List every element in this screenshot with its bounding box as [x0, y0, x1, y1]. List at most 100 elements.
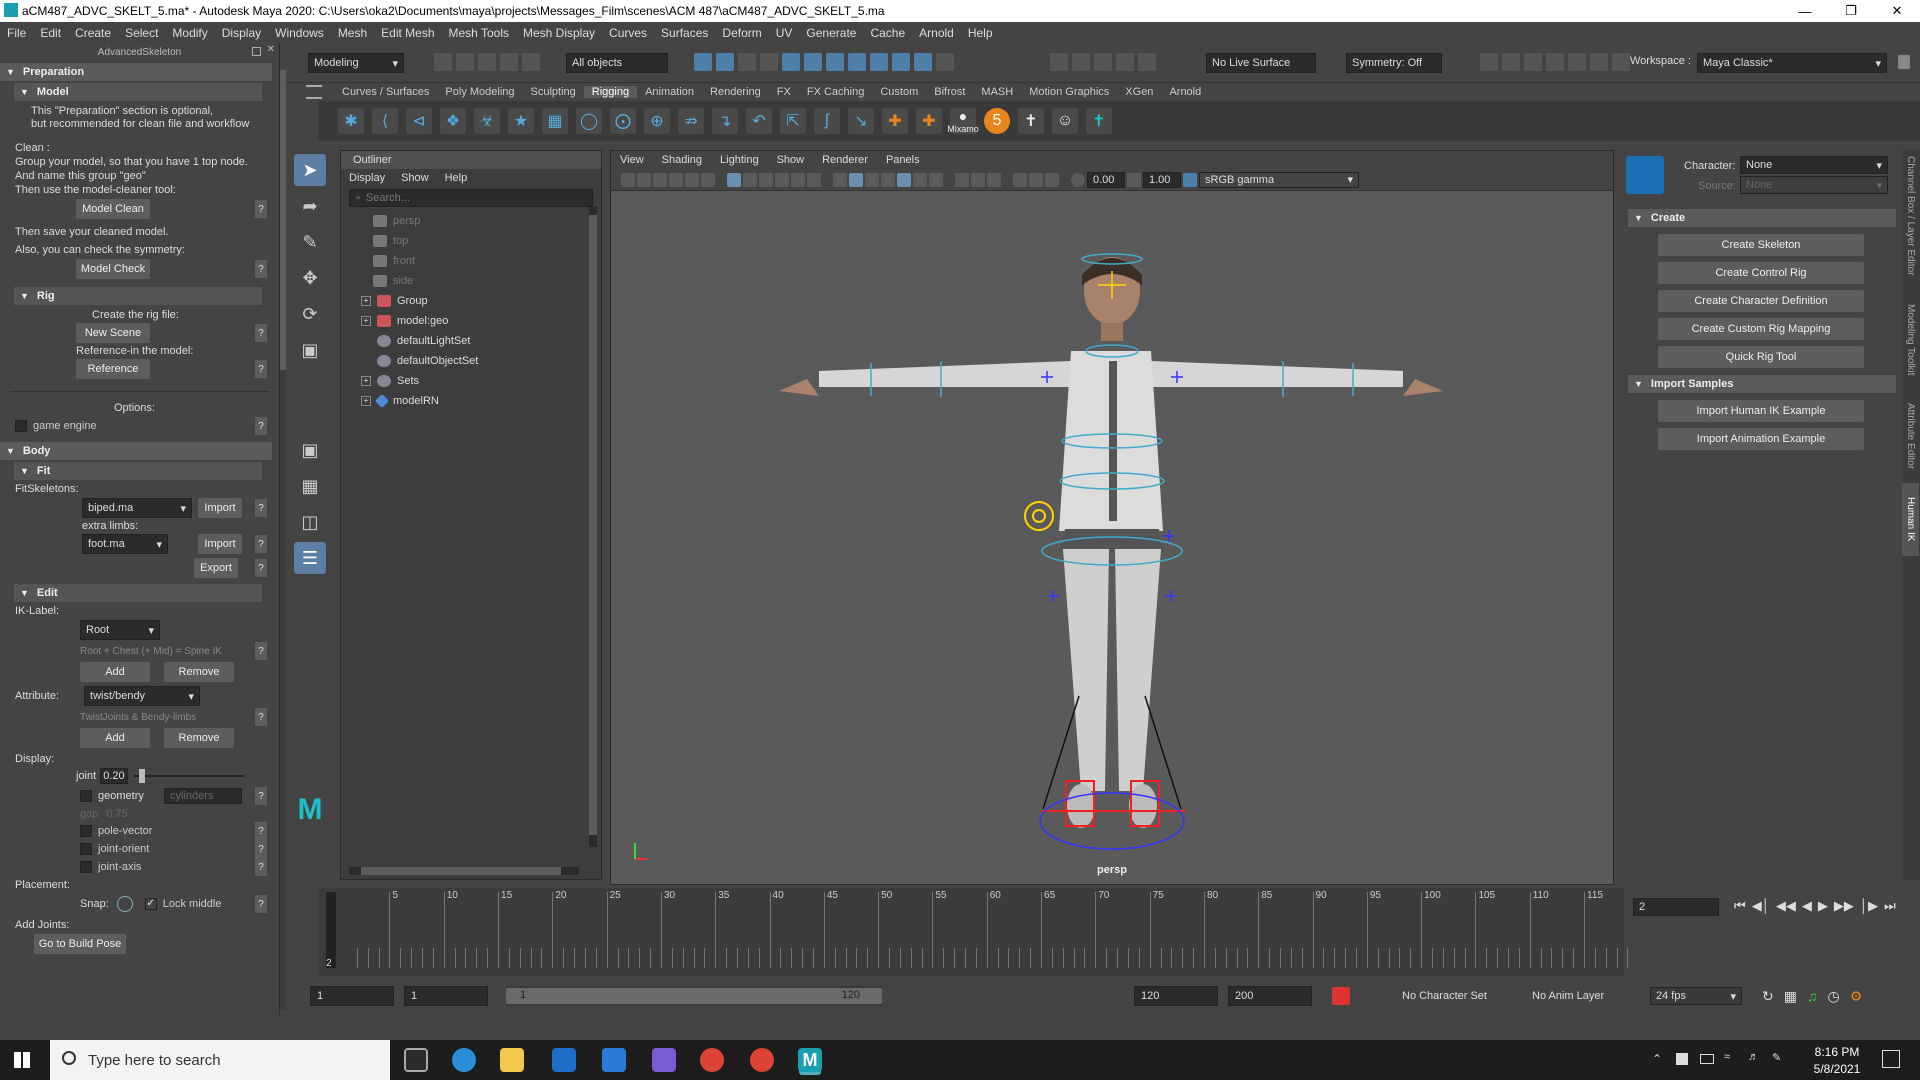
- wifi-icon[interactable]: ≈: [1724, 1051, 1730, 1063]
- tab-arnold[interactable]: Arnold: [1161, 86, 1209, 98]
- mirror-weights-icon[interactable]: ↶: [746, 108, 772, 134]
- camera-attr-icon[interactable]: [637, 172, 651, 187]
- expand-icon[interactable]: +: [361, 396, 371, 406]
- game-engine-checkbox[interactable]: [15, 420, 27, 432]
- menu-file[interactable]: File: [0, 26, 33, 40]
- extra-limbs-dropdown[interactable]: foot.ma ▾: [82, 534, 168, 554]
- tab-poly-modeling[interactable]: Poly Modeling: [437, 86, 522, 98]
- show-hidden-icons[interactable]: ⌃: [1652, 1052, 1662, 1066]
- resolution-gate-icon[interactable]: [759, 172, 773, 187]
- rotate-tool-icon[interactable]: ⟳: [294, 298, 326, 330]
- gamma-field[interactable]: 1.00: [1143, 171, 1181, 188]
- playback-end-field[interactable]: 120: [1134, 986, 1218, 1006]
- expand-icon[interactable]: +: [361, 296, 371, 306]
- menu-display[interactable]: Display: [215, 26, 268, 40]
- paint-weights-icon[interactable]: ↴: [712, 108, 738, 134]
- tab-rigging[interactable]: Rigging: [583, 86, 638, 98]
- wire-icon[interactable]: ⨀: [610, 108, 636, 134]
- play-backwards-icon[interactable]: ◀: [1802, 898, 1812, 914]
- model-clean-button[interactable]: Model Clean: [76, 199, 150, 219]
- help-button[interactable]: ?: [255, 840, 267, 858]
- menuset-dropdown[interactable]: Modeling ▾: [308, 53, 404, 73]
- ik-spline-icon[interactable]: ⊲: [406, 108, 432, 134]
- vp-menu-shading[interactable]: Shading: [653, 154, 711, 166]
- wireframe-on-shaded-icon[interactable]: [881, 172, 895, 187]
- select-mode-dropdown[interactable]: All objects: [566, 53, 668, 73]
- ik-label-dropdown[interactable]: Root ▾: [80, 620, 160, 640]
- model-header[interactable]: ▼ Model: [14, 83, 262, 101]
- expand-icon[interactable]: +: [361, 316, 371, 326]
- pen-icon[interactable]: ✎: [1772, 1051, 1781, 1064]
- help-button[interactable]: ?: [255, 535, 267, 553]
- select-component-icon[interactable]: [738, 53, 756, 71]
- step-back-key-icon[interactable]: ◀│: [1752, 898, 1770, 914]
- outliner-menu-show[interactable]: Show: [393, 172, 437, 184]
- humanik-logo-icon[interactable]: [1626, 156, 1664, 194]
- import-human-ik-example-button[interactable]: Import Human IK Example: [1658, 400, 1864, 422]
- xray-joints-icon[interactable]: [913, 172, 927, 187]
- field-chart-icon[interactable]: [791, 172, 805, 187]
- t-pose-icon[interactable]: ✝: [1018, 108, 1044, 134]
- quick-rig-tool-button[interactable]: Quick Rig Tool: [1658, 346, 1864, 368]
- animation-end-field[interactable]: 200: [1228, 986, 1312, 1006]
- hypershade-icon[interactable]: [1116, 53, 1134, 71]
- character-dropdown[interactable]: None ▾: [1740, 156, 1888, 174]
- character-model[interactable]: [779, 257, 1443, 828]
- joint-orient-checkbox[interactable]: [80, 843, 92, 855]
- create-control-rig-button[interactable]: Create Control Rig: [1658, 262, 1864, 284]
- ambient-occlusion-icon[interactable]: [987, 172, 1001, 187]
- playback-options-icon[interactable]: ▦: [1784, 988, 1797, 1005]
- xray-icon[interactable]: [897, 172, 911, 187]
- single-view-icon[interactable]: ▣: [294, 434, 326, 466]
- snap-magnet-icon[interactable]: [116, 896, 133, 912]
- tab-custom[interactable]: Custom: [872, 86, 926, 98]
- move-tool-icon[interactable]: ✥: [294, 262, 326, 294]
- render-global-icon[interactable]: [1546, 53, 1564, 71]
- store-icon[interactable]: [552, 1048, 576, 1072]
- history-icon[interactable]: [914, 53, 932, 71]
- source-dropdown[interactable]: None ▾: [1740, 176, 1888, 194]
- tab-attribute-editor[interactable]: Attribute Editor: [1902, 389, 1919, 483]
- shelf-menu-icon[interactable]: [306, 85, 322, 99]
- menu-curves[interactable]: Curves: [602, 26, 654, 40]
- go-to-start-icon[interactable]: ⏮: [1734, 898, 1746, 914]
- add-joint-icon[interactable]: ✚: [882, 108, 908, 134]
- root-control[interactable]: [1039, 792, 1185, 850]
- range-slider[interactable]: 1 120: [506, 986, 882, 1006]
- bind-skin-icon[interactable]: ⇏: [678, 108, 704, 134]
- wrap-icon[interactable]: ◯: [576, 108, 602, 134]
- playback-start-field[interactable]: 1: [404, 986, 488, 1006]
- insert-joint-icon[interactable]: ❖: [440, 108, 466, 134]
- go-to-end-icon[interactable]: ⏭: [1884, 898, 1896, 914]
- minimize-icon[interactable]: —: [1782, 0, 1828, 22]
- import-animation-example-button[interactable]: Import Animation Example: [1658, 428, 1864, 450]
- start-icon[interactable]: [14, 1052, 30, 1068]
- create-joints-icon[interactable]: ✱: [338, 108, 364, 134]
- ui-icon[interactable]: [1045, 172, 1059, 187]
- menu-cache[interactable]: Cache: [863, 26, 912, 40]
- fit-header[interactable]: ▼ Fit: [14, 462, 262, 480]
- reference-button[interactable]: Reference: [76, 359, 150, 379]
- animation-start-field[interactable]: 1: [310, 986, 394, 1006]
- auto-key-icon[interactable]: [1332, 987, 1350, 1005]
- tab-fx[interactable]: FX: [769, 86, 799, 98]
- cluster-icon[interactable]: ⊕: [644, 108, 670, 134]
- import-limb-button[interactable]: Import: [198, 534, 242, 554]
- colorspace-dropdown[interactable]: sRGB gamma ▾: [1199, 171, 1359, 188]
- export-button[interactable]: Export: [194, 558, 238, 578]
- close-icon[interactable]: ✕: [1874, 0, 1920, 22]
- clock-time[interactable]: 8:16 PM: [1806, 1045, 1868, 1059]
- menu-mesh-tools[interactable]: Mesh Tools: [442, 26, 516, 40]
- tab-modeling-toolkit[interactable]: Modeling Toolkit: [1902, 290, 1919, 390]
- joint-axis-checkbox[interactable]: [80, 861, 92, 873]
- expand-icon[interactable]: +: [361, 376, 371, 386]
- help-button[interactable]: ?: [255, 499, 267, 517]
- lasso-tool-icon[interactable]: ➦: [294, 190, 326, 222]
- outliner-search[interactable]: ▫: [349, 189, 593, 207]
- camera-select-icon[interactable]: [621, 172, 635, 187]
- snap-surface-icon[interactable]: [848, 53, 866, 71]
- snap-point-icon[interactable]: [804, 53, 822, 71]
- quick-rig-icon[interactable]: ☣: [474, 108, 500, 134]
- persp-outliner-icon[interactable]: ◫: [294, 506, 326, 538]
- isolate-select-icon[interactable]: [1013, 172, 1027, 187]
